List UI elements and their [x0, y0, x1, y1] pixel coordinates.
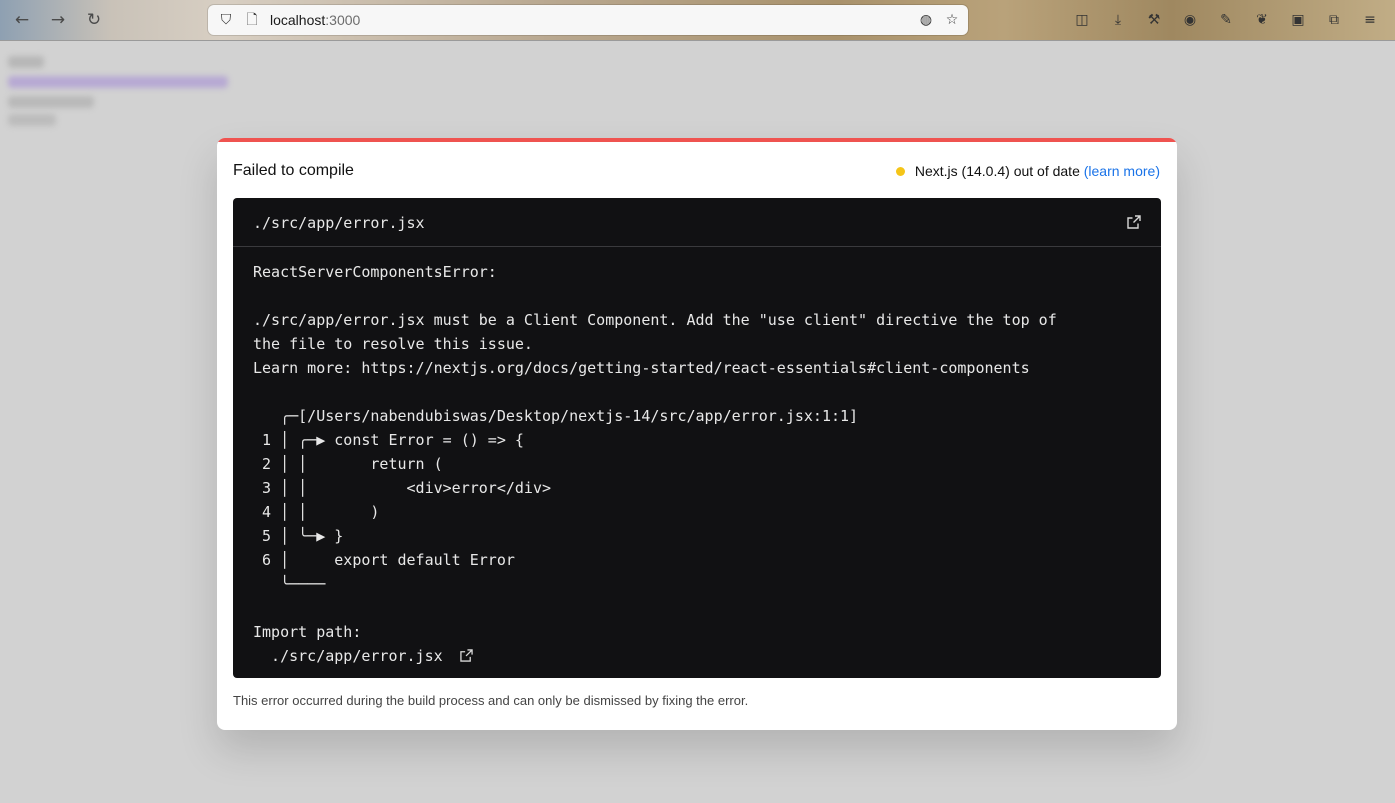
extension-leaf-icon[interactable]: ❦ — [1252, 10, 1272, 30]
back-arrow-icon[interactable]: ← — [12, 10, 32, 30]
learn-more-link[interactable]: (learn more) — [1084, 163, 1160, 179]
error-overlay-dialog: Failed to compile Next.js (14.0.4) out o… — [217, 138, 1177, 730]
download-icon[interactable]: ⤓ — [1108, 10, 1128, 30]
code-line: 2 │ │ return ( — [253, 455, 443, 473]
blurred-text — [8, 56, 44, 68]
code-frame-file-path: ./src/app/error.jsx — [253, 214, 425, 232]
menu-icon[interactable]: ≡ — [1360, 10, 1380, 30]
url-text[interactable]: localhost:3000 — [270, 12, 360, 28]
error-message: ReactServerComponentsError: ./src/app/er… — [253, 260, 1057, 668]
open-import-path-icon[interactable] — [460, 649, 473, 662]
code-line: Learn more: https://nextjs.org/docs/gett… — [253, 359, 1030, 377]
code-line: ./src/app/error.jsx — [253, 647, 443, 665]
shield-icon[interactable]: ⛉ — [216, 10, 236, 30]
wrench-icon[interactable]: ⚒ — [1144, 10, 1164, 30]
version-status: Next.js (14.0.4) out of date (learn more… — [895, 163, 1160, 179]
code-line: 3 │ │ <div>error</div> — [253, 479, 552, 497]
code-line: ╭─[/Users/nabendubiswas/Desktop/nextjs-1… — [253, 407, 859, 425]
blurred-text — [8, 96, 94, 108]
status-dot-icon — [895, 166, 905, 176]
code-line: 6 │ export default Error — [253, 551, 515, 569]
code-line: the file to resolve this issue. — [253, 335, 533, 353]
extension-icon[interactable]: ◍ — [916, 10, 936, 30]
code-line: 4 │ │ ) — [253, 503, 380, 521]
error-title: Failed to compile — [233, 162, 354, 179]
version-text: Next.js (14.0.4) out of date — [914, 163, 1080, 179]
extension-avatar-icon[interactable]: ▣ — [1288, 10, 1308, 30]
code-line: ./src/app/error.jsx must be a Client Com… — [253, 311, 1057, 329]
build-error-footer: This error occurred during the build pro… — [233, 693, 749, 708]
code-line: ╰──── — [253, 575, 326, 593]
error-accent-bar — [217, 138, 1177, 142]
twd-extension-icon[interactable]: ◉ — [1180, 10, 1200, 30]
code-line: Import path: — [253, 623, 362, 641]
code-line: ReactServerComponentsError: — [253, 263, 497, 281]
url-bar[interactable]: ⛉ 🗋 localhost:3000 ◍ ☆ — [208, 5, 968, 35]
bookmark-star-icon[interactable]: ☆ — [942, 10, 962, 30]
browser-toolbar: ← → ↻ ⛉ 🗋 localhost:3000 ◍ ☆ ◫ ⤓ ⚒ ◉ ✎ ❦… — [0, 0, 1395, 41]
open-in-editor-icon[interactable] — [1127, 215, 1141, 229]
page-info-icon[interactable]: 🗋 — [242, 10, 262, 30]
pocket-icon[interactable]: ◫ — [1072, 10, 1092, 30]
url-port: :3000 — [325, 12, 361, 28]
blurred-link — [8, 76, 228, 88]
code-line: 5 │ ╰─▶ } — [253, 527, 344, 545]
code-frame: ./src/app/error.jsx ReactServerComponent… — [233, 198, 1161, 678]
code-line: 1 │ ╭─▶ const Error = () => { — [253, 431, 524, 449]
extensions-puzzle-icon[interactable]: ⧉ — [1324, 10, 1344, 30]
reload-icon[interactable]: ↻ — [84, 10, 104, 30]
code-frame-header: ./src/app/error.jsx — [233, 198, 1161, 247]
blurred-text — [8, 114, 56, 126]
forward-arrow-icon[interactable]: → — [48, 10, 68, 30]
notes-icon[interactable]: ✎ — [1216, 10, 1236, 30]
url-host: localhost — [270, 12, 326, 28]
